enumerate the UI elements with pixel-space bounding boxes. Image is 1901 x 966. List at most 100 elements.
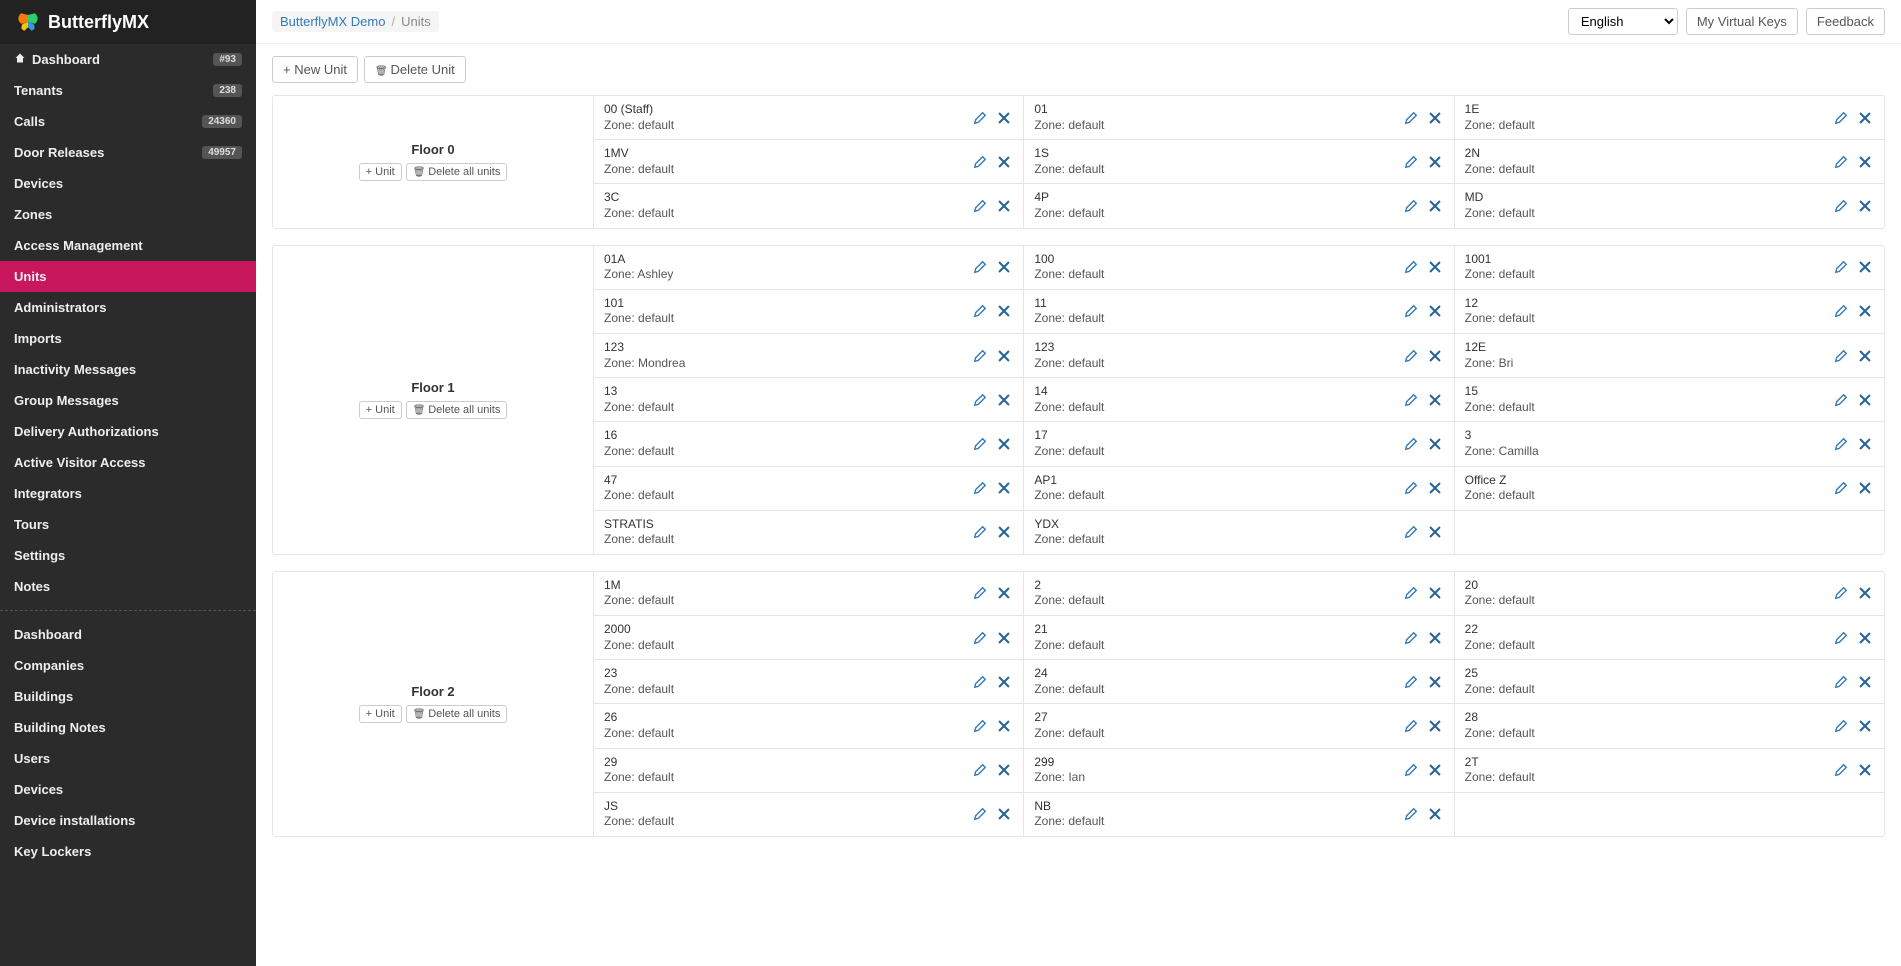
sidebar-item-delivery-authorizations[interactable]: Delivery Authorizations bbox=[0, 416, 256, 447]
delete-unit-button[interactable] bbox=[1856, 258, 1874, 276]
delete-unit-button[interactable] bbox=[995, 805, 1013, 823]
sidebar-item-devices[interactable]: Devices bbox=[0, 168, 256, 199]
delete-unit-button[interactable] bbox=[1426, 479, 1444, 497]
delete-unit-button[interactable] bbox=[1856, 629, 1874, 647]
edit-unit-button[interactable] bbox=[971, 629, 989, 647]
sidebar-item-users[interactable]: Users bbox=[0, 743, 256, 774]
delete-unit-button[interactable] bbox=[995, 717, 1013, 735]
delete-unit-button[interactable] bbox=[1426, 761, 1444, 779]
edit-unit-button[interactable] bbox=[1832, 197, 1850, 215]
edit-unit-button[interactable] bbox=[1402, 584, 1420, 602]
delete-unit-button[interactable] bbox=[1426, 673, 1444, 691]
edit-unit-button[interactable] bbox=[1402, 761, 1420, 779]
delete-unit-button[interactable] bbox=[995, 347, 1013, 365]
edit-unit-button[interactable] bbox=[1832, 109, 1850, 127]
sidebar-item-device-installations[interactable]: Device installations bbox=[0, 805, 256, 836]
delete-unit-button[interactable] bbox=[995, 197, 1013, 215]
sidebar-item-tours[interactable]: Tours bbox=[0, 509, 256, 540]
delete-unit-button[interactable] bbox=[1856, 717, 1874, 735]
edit-unit-button[interactable] bbox=[971, 258, 989, 276]
delete-unit-button[interactable] bbox=[1856, 435, 1874, 453]
edit-unit-button[interactable] bbox=[1832, 435, 1850, 453]
edit-unit-button[interactable] bbox=[971, 761, 989, 779]
delete-unit-button[interactable] bbox=[1426, 109, 1444, 127]
sidebar-item-dashboard[interactable]: Dashboard#93 bbox=[0, 44, 256, 75]
edit-unit-button[interactable] bbox=[1402, 197, 1420, 215]
delete-unit-button[interactable] bbox=[1426, 347, 1444, 365]
delete-unit-button[interactable] bbox=[1856, 761, 1874, 779]
add-unit-button[interactable]: Unit bbox=[359, 401, 402, 419]
logo[interactable]: ButterflyMX bbox=[0, 0, 256, 44]
edit-unit-button[interactable] bbox=[971, 673, 989, 691]
delete-unit-button[interactable] bbox=[995, 391, 1013, 409]
delete-unit-button[interactable] bbox=[1426, 302, 1444, 320]
edit-unit-button[interactable] bbox=[1402, 629, 1420, 647]
edit-unit-button[interactable] bbox=[971, 717, 989, 735]
new-unit-button[interactable]: New Unit bbox=[272, 56, 358, 83]
delete-unit-button[interactable] bbox=[995, 302, 1013, 320]
edit-unit-button[interactable] bbox=[1402, 391, 1420, 409]
sidebar-item-key-lockers[interactable]: Key Lockers bbox=[0, 836, 256, 867]
edit-unit-button[interactable] bbox=[971, 197, 989, 215]
breadcrumb-root[interactable]: ButterflyMX Demo bbox=[280, 14, 385, 29]
delete-unit-button[interactable] bbox=[1426, 584, 1444, 602]
delete-unit-button[interactable] bbox=[1426, 523, 1444, 541]
edit-unit-button[interactable] bbox=[1402, 673, 1420, 691]
sidebar-item-active-visitor-access[interactable]: Active Visitor Access bbox=[0, 447, 256, 478]
delete-unit-button[interactable] bbox=[995, 109, 1013, 127]
edit-unit-button[interactable] bbox=[971, 347, 989, 365]
delete-unit-button[interactable] bbox=[995, 479, 1013, 497]
delete-unit-button[interactable] bbox=[1856, 584, 1874, 602]
edit-unit-button[interactable] bbox=[1402, 109, 1420, 127]
sidebar-item-units[interactable]: Units bbox=[0, 261, 256, 292]
sidebar-item-dashboard[interactable]: Dashboard bbox=[0, 619, 256, 650]
delete-unit-button[interactable] bbox=[995, 435, 1013, 453]
edit-unit-button[interactable] bbox=[1832, 153, 1850, 171]
edit-unit-button[interactable] bbox=[1402, 153, 1420, 171]
edit-unit-button[interactable] bbox=[971, 153, 989, 171]
delete-all-units-button[interactable]: Delete all units bbox=[406, 163, 508, 181]
delete-unit-button[interactable] bbox=[1856, 197, 1874, 215]
edit-unit-button[interactable] bbox=[1832, 479, 1850, 497]
edit-unit-button[interactable] bbox=[1402, 258, 1420, 276]
edit-unit-button[interactable] bbox=[1832, 761, 1850, 779]
delete-unit-button[interactable] bbox=[1856, 347, 1874, 365]
delete-unit-button[interactable] bbox=[1426, 717, 1444, 735]
edit-unit-button[interactable] bbox=[1402, 523, 1420, 541]
sidebar-item-inactivity-messages[interactable]: Inactivity Messages bbox=[0, 354, 256, 385]
delete-unit-button[interactable] bbox=[1426, 435, 1444, 453]
feedback-button[interactable]: Feedback bbox=[1806, 8, 1885, 35]
edit-unit-button[interactable] bbox=[971, 479, 989, 497]
delete-unit-button[interactable] bbox=[1856, 109, 1874, 127]
sidebar-item-integrators[interactable]: Integrators bbox=[0, 478, 256, 509]
sidebar-item-companies[interactable]: Companies bbox=[0, 650, 256, 681]
sidebar-item-imports[interactable]: Imports bbox=[0, 323, 256, 354]
sidebar-item-access-management[interactable]: Access Management bbox=[0, 230, 256, 261]
delete-unit-button[interactable] bbox=[1856, 153, 1874, 171]
delete-unit-button[interactable] bbox=[1426, 391, 1444, 409]
edit-unit-button[interactable] bbox=[1832, 673, 1850, 691]
edit-unit-button[interactable] bbox=[971, 109, 989, 127]
edit-unit-button[interactable] bbox=[971, 805, 989, 823]
edit-unit-button[interactable] bbox=[971, 391, 989, 409]
delete-unit-button[interactable] bbox=[995, 629, 1013, 647]
edit-unit-button[interactable] bbox=[971, 302, 989, 320]
delete-unit-button[interactable] bbox=[1856, 479, 1874, 497]
edit-unit-button[interactable] bbox=[1832, 391, 1850, 409]
edit-unit-button[interactable] bbox=[1402, 717, 1420, 735]
sidebar-item-devices[interactable]: Devices bbox=[0, 774, 256, 805]
delete-unit-button[interactable] bbox=[995, 761, 1013, 779]
delete-unit-button[interactable] bbox=[1856, 302, 1874, 320]
sidebar-item-administrators[interactable]: Administrators bbox=[0, 292, 256, 323]
add-unit-button[interactable]: Unit bbox=[359, 163, 402, 181]
edit-unit-button[interactable] bbox=[1402, 479, 1420, 497]
delete-unit-button[interactable] bbox=[1426, 258, 1444, 276]
edit-unit-button[interactable] bbox=[1832, 302, 1850, 320]
delete-unit-button[interactable] bbox=[1856, 673, 1874, 691]
sidebar-item-door-releases[interactable]: Door Releases49957 bbox=[0, 137, 256, 168]
delete-unit-button[interactable]: Delete Unit bbox=[364, 56, 466, 83]
edit-unit-button[interactable] bbox=[971, 435, 989, 453]
delete-unit-button[interactable] bbox=[995, 258, 1013, 276]
edit-unit-button[interactable] bbox=[1402, 302, 1420, 320]
edit-unit-button[interactable] bbox=[1402, 805, 1420, 823]
